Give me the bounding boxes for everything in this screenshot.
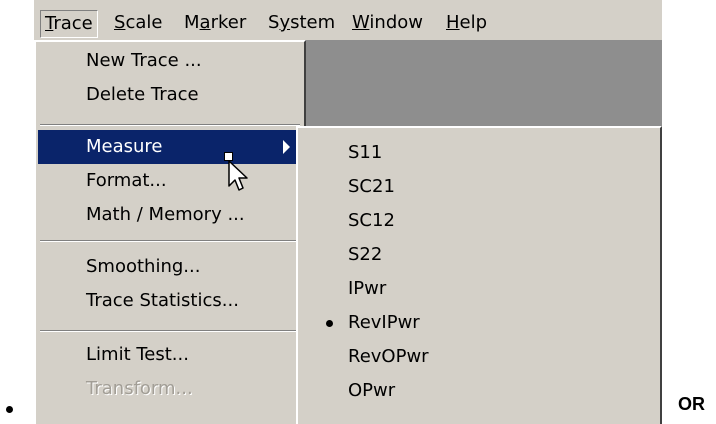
menu-separator [40, 330, 300, 332]
workspace-panel [304, 40, 662, 129]
menu-item-new-trace[interactable]: New Trace ... [38, 44, 302, 78]
menubar-marker[interactable]: Marker [180, 10, 250, 36]
menu-item-measure[interactable]: Measure [38, 130, 302, 164]
menubar-window[interactable]: Window [348, 10, 427, 36]
or-label: OR [678, 394, 705, 414]
menu-bar: Trace Scale Marker System Window Help [34, 0, 662, 40]
list-bullet-icon [6, 406, 13, 413]
application-window: Trace Scale Marker System Window Help Ne… [34, 0, 662, 424]
submenu-item-revopwr[interactable]: RevOPwr [300, 340, 658, 374]
measure-submenu: S11 SC21 SC12 S22 IPwr RevIPwr RevOPwr O… [296, 126, 662, 424]
menu-item-smoothing[interactable]: Smoothing... [38, 250, 302, 284]
menu-separator [40, 240, 300, 242]
menubar-trace[interactable]: Trace [40, 10, 98, 38]
submenu-arrow-icon [283, 140, 290, 154]
submenu-item-opwr[interactable]: OPwr [300, 374, 658, 408]
menubar-system[interactable]: System [264, 10, 339, 36]
menu-item-transform: Transform... [86, 378, 193, 399]
submenu-item-sc12[interactable]: SC12 [300, 204, 658, 238]
menu-item-delete-trace[interactable]: Delete Trace [38, 78, 302, 112]
menu-item-trace-statistics[interactable]: Trace Statistics... [38, 284, 302, 318]
submenu-item-s22[interactable]: S22 [300, 238, 658, 272]
menu-item-math-memory[interactable]: Math / Memory ... [38, 198, 302, 232]
menu-item-limit-test[interactable]: Limit Test... [38, 338, 302, 372]
menu-item-format[interactable]: Format... [38, 164, 302, 198]
mouse-pointer-icon [228, 160, 248, 191]
submenu-item-s11[interactable]: S11 [300, 136, 658, 170]
menubar-help[interactable]: Help [442, 10, 491, 36]
submenu-item-revipwr[interactable]: RevIPwr [300, 306, 658, 340]
menubar-scale[interactable]: Scale [110, 10, 166, 36]
trace-menu: New Trace ... Delete Trace Measure Forma… [34, 40, 306, 424]
radio-bullet-icon [326, 320, 333, 327]
submenu-item-ipwr[interactable]: IPwr [300, 272, 658, 306]
menu-separator [40, 124, 300, 126]
submenu-item-sc21[interactable]: SC21 [300, 170, 658, 204]
